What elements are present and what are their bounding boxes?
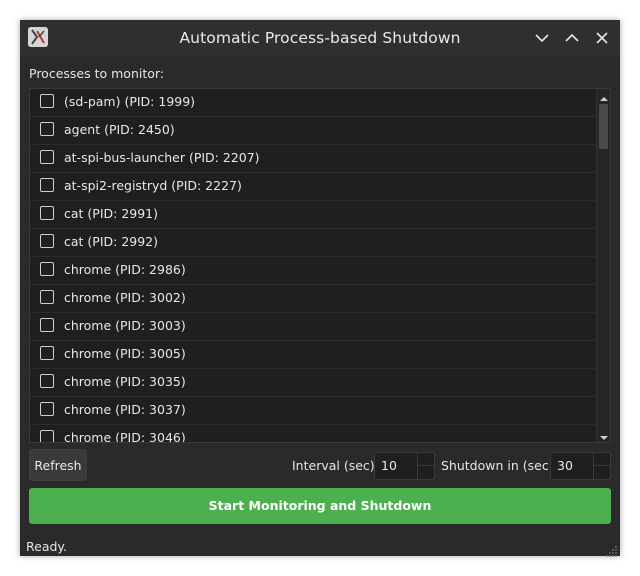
process-row[interactable]: agent (PID: 2450) (30, 117, 596, 145)
scroll-down-icon[interactable] (598, 429, 610, 441)
close-icon (596, 32, 608, 44)
process-row[interactable]: chrome (PID: 3037) (30, 397, 596, 425)
process-checkbox[interactable] (40, 262, 54, 276)
process-row[interactable]: chrome (PID: 3003) (30, 313, 596, 341)
maximize-button[interactable] (562, 28, 582, 48)
interval-spinbox[interactable]: 10 (374, 452, 435, 480)
start-monitoring-button[interactable]: Start Monitoring and Shutdown (29, 488, 611, 524)
process-list[interactable]: (sd-pam) (PID: 1999) agent (PID: 2450) at-… (29, 88, 611, 443)
minimize-button[interactable] (532, 28, 552, 48)
close-button[interactable] (592, 28, 612, 48)
process-row[interactable]: chrome (PID: 3035) (30, 369, 596, 397)
process-row[interactable]: (sd-pam) (PID: 1999) (30, 89, 596, 117)
process-label: chrome (PID: 3002) (64, 290, 186, 305)
interval-stepper[interactable] (417, 453, 434, 479)
title-bar[interactable]: Automatic Process-based Shutdown (20, 20, 620, 56)
scrollbar-thumb[interactable] (599, 104, 608, 149)
process-label: chrome (PID: 3005) (64, 346, 186, 361)
shutdown-stepper[interactable] (593, 453, 610, 479)
process-label: cat (PID: 2992) (64, 234, 159, 249)
process-label: cat (PID: 2991) (64, 206, 159, 221)
list-scrollbar[interactable] (596, 89, 610, 442)
chevron-down-icon (535, 34, 549, 43)
resize-grip-icon[interactable] (606, 542, 618, 557)
process-label: chrome (PID: 2986) (64, 262, 186, 277)
chevron-up-icon (565, 33, 579, 42)
process-checkbox[interactable] (40, 122, 54, 136)
interval-label: Interval (sec): (292, 458, 379, 473)
process-row[interactable]: chrome (PID: 3002) (30, 285, 596, 313)
process-row[interactable]: cat (PID: 2991) (30, 201, 596, 229)
process-label: chrome (PID: 3046) (64, 430, 186, 442)
process-row[interactable]: chrome (PID: 3005) (30, 341, 596, 369)
status-text: Ready. (26, 539, 67, 554)
processes-label: Processes to monitor: (29, 66, 165, 81)
process-checkbox[interactable] (40, 178, 54, 192)
process-list-items: (sd-pam) (PID: 1999) agent (PID: 2450) at-… (30, 89, 596, 442)
scroll-up-icon[interactable] (598, 90, 610, 102)
window-title: Automatic Process-based Shutdown (179, 29, 461, 47)
process-checkbox[interactable] (40, 150, 54, 164)
process-label: agent (PID: 2450) (64, 122, 175, 137)
process-row[interactable]: chrome (PID: 3046) (30, 425, 596, 442)
process-row[interactable]: chrome (PID: 2986) (30, 257, 596, 285)
process-row[interactable]: cat (PID: 2992) (30, 229, 596, 257)
shutdown-label: Shutdown in (sec): (441, 458, 558, 473)
process-checkbox[interactable] (40, 374, 54, 388)
process-label: chrome (PID: 3035) (64, 374, 186, 389)
refresh-button[interactable]: Refresh (29, 449, 87, 481)
process-label: (sd-pam) (PID: 1999) (64, 94, 196, 109)
interval-value: 10 (381, 458, 397, 473)
process-checkbox[interactable] (40, 290, 54, 304)
shutdown-value: 30 (557, 458, 573, 473)
shutdown-spinbox[interactable]: 30 (550, 452, 611, 480)
process-checkbox[interactable] (40, 430, 54, 442)
process-row[interactable]: at-spi-bus-launcher (PID: 2207) (30, 145, 596, 173)
process-checkbox[interactable] (40, 234, 54, 248)
process-checkbox[interactable] (40, 402, 54, 416)
process-checkbox[interactable] (40, 206, 54, 220)
process-row[interactable]: at-spi2-registryd (PID: 2227) (30, 173, 596, 201)
process-label: at-spi-bus-launcher (PID: 2207) (64, 150, 260, 165)
process-label: chrome (PID: 3037) (64, 402, 186, 417)
process-checkbox[interactable] (40, 94, 54, 108)
process-label: chrome (PID: 3003) (64, 318, 186, 333)
app-window: Automatic Process-based Shutdown Process… (20, 20, 620, 557)
process-label: at-spi2-registryd (PID: 2227) (64, 178, 242, 193)
process-checkbox[interactable] (40, 346, 54, 360)
process-checkbox[interactable] (40, 318, 54, 332)
